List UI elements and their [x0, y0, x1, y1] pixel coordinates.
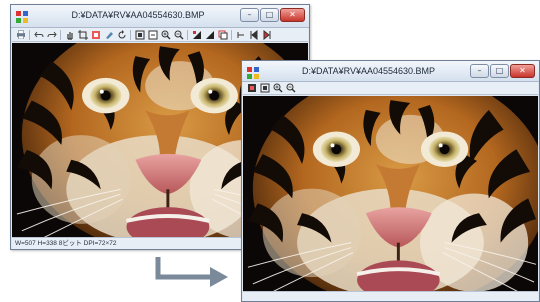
window-title: D:¥DATA¥RV¥AA04554630.BMP	[71, 10, 205, 20]
minimize-button[interactable]: –	[470, 64, 489, 78]
previous-icon[interactable]	[248, 29, 259, 40]
zoom-in-icon[interactable]	[160, 30, 171, 40]
copy-icon[interactable]	[217, 30, 228, 40]
step-icon[interactable]	[235, 30, 246, 40]
actual-size-icon[interactable]	[147, 30, 158, 40]
toolbar-divider	[60, 29, 61, 40]
minimize-button[interactable]: –	[240, 8, 259, 22]
zoom-out-icon[interactable]	[173, 30, 184, 40]
app-icon[interactable]	[15, 9, 29, 23]
mask-icon[interactable]	[191, 30, 202, 40]
transition-arrow	[155, 257, 228, 287]
title-bar[interactable]: D:¥DATA¥RV¥AA04554630.BMP – □ ✕	[242, 61, 539, 82]
close-button[interactable]: ✕	[510, 64, 535, 78]
title-bar[interactable]: D:¥DATA¥RV¥AA04554630.BMP – □ ✕	[11, 5, 309, 28]
toolbar-divider	[29, 29, 30, 40]
next-icon[interactable]	[261, 29, 272, 40]
window-title: D:¥DATA¥RV¥AA04554630.BMP	[301, 66, 436, 76]
viewer-window-secondary: D:¥DATA¥RV¥AA04554630.BMP – □ ✕	[241, 60, 540, 302]
adjust-icon[interactable]	[90, 30, 101, 40]
rotate-icon[interactable]	[116, 29, 127, 40]
status-bar	[243, 291, 538, 301]
image-canvas[interactable]	[243, 96, 538, 291]
contrast-icon[interactable]	[204, 30, 215, 40]
undo-icon[interactable]	[33, 30, 44, 40]
hand-icon[interactable]	[64, 30, 75, 40]
maximize-button[interactable]: □	[490, 64, 509, 78]
tiger-image	[243, 96, 538, 291]
zoom-in-icon[interactable]	[272, 83, 283, 93]
crop-icon[interactable]	[77, 29, 88, 40]
toolbar	[12, 28, 308, 42]
fit-icon[interactable]	[134, 30, 145, 40]
maximize-button[interactable]: □	[260, 8, 279, 22]
toolbar-divider	[187, 29, 188, 40]
fit-icon[interactable]	[259, 83, 270, 93]
toolbar-divider	[130, 29, 131, 40]
app-icon[interactable]	[246, 65, 260, 79]
redo-icon[interactable]	[46, 30, 57, 40]
toolbar-divider	[231, 29, 232, 40]
paint-icon[interactable]	[103, 30, 114, 40]
zoom-out-icon[interactable]	[285, 83, 296, 93]
close-button[interactable]: ✕	[280, 8, 305, 22]
toolbar	[243, 82, 538, 95]
print-icon[interactable]	[15, 30, 26, 40]
open-icon[interactable]	[246, 83, 257, 93]
